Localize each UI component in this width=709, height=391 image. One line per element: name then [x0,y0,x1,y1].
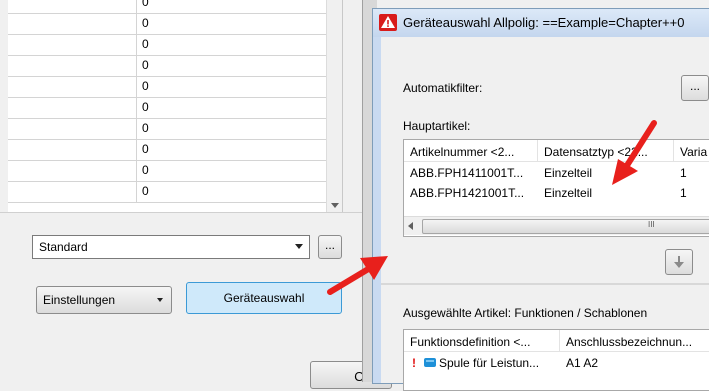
table-row[interactable]: ! Spule für Leistun... A1 A2 [404,352,709,372]
grid-name-cell[interactable] [8,76,137,97]
splitter[interactable] [381,283,709,285]
grid-row[interactable]: 0 [8,181,338,203]
grid-name-cell[interactable] [8,118,137,139]
left-grid: 0 0 0 0 0 0 0 0 0 0 [8,0,343,212]
col-variante[interactable]: Varia [674,140,709,162]
grid-name-cell[interactable] [8,34,137,55]
standard-combobox-value: Standard [39,240,88,254]
grid-value-cell[interactable]: 0 [142,79,149,93]
horizontal-scrollbar[interactable]: III [404,216,709,235]
grid-row[interactable]: 0 [8,160,338,182]
einstellungen-button[interactable]: Einstellungen [36,286,172,314]
hauptartikel-label: Hauptartikel: [403,119,471,133]
scroll-left-icon[interactable] [408,222,413,230]
annotation-arrow-icon [612,120,657,185]
grid-value-cell[interactable]: 0 [142,184,149,198]
warning-icon [379,14,397,31]
geraeteauswahl-label: Geräteauswahl [223,291,305,305]
automatikfilter-label: Automatikfilter: [403,81,483,95]
variante-cell: 1 [680,166,687,180]
dialog-title: Geräteauswahl Allpolig: ==Example=Chapte… [403,15,685,30]
grid-name-cell[interactable] [8,13,137,34]
artikelnummer-cell: ABB.FPH1421001T... [410,186,525,200]
arrow-down-icon [674,256,684,268]
chevron-down-icon[interactable] [295,244,303,249]
move-down-button[interactable] [665,249,693,275]
datensatztyp-cell: Einzelteil [544,166,593,180]
col-anschlussbezeichnung[interactable]: Anschlussbezeichnun... [560,330,709,352]
horizontal-scroll-thumb[interactable]: III [422,219,709,234]
grid-row[interactable]: 0 [8,76,338,98]
spule-icon [424,358,436,367]
automatikfilter-button[interactable]: ... [681,75,709,101]
grid-name-cell[interactable] [8,97,137,118]
grid-row[interactable]: 0 [8,34,338,56]
grid-value-cell[interactable]: 0 [142,58,149,72]
col-funktionsdefinition[interactable]: Funktionsdefinition <... [404,330,560,352]
grid-value-cell[interactable]: 0 [142,16,149,30]
grid-value-cell[interactable]: 0 [142,142,149,156]
left-settings-panel: Standard ... Einstellungen Geräteauswahl… [0,212,392,389]
grid-row[interactable]: 0 [8,0,338,14]
grid-value-cell[interactable]: 0 [142,37,149,51]
datensatztyp-cell: Einzelteil [544,186,593,200]
grid-value-cell[interactable]: 0 [142,0,149,9]
einstellungen-label: Einstellungen [43,293,116,307]
grid-row[interactable]: 0 [8,13,338,35]
dialog-content: Automatikfilter: ... Hauptartikel: Artik… [381,37,709,391]
grid-value-cell[interactable]: 0 [142,121,149,135]
geraeteauswahl-button[interactable]: Geräteauswahl [186,282,342,314]
annotation-arrow-icon [327,256,388,295]
grid-row[interactable]: 0 [8,97,338,119]
left-grid-scrollbar[interactable] [326,0,342,212]
col-artikelnummer[interactable]: Artikelnummer <2... [404,140,538,162]
grid-name-cell[interactable] [8,139,137,160]
grid-row[interactable]: 0 [8,55,338,77]
grid-name-cell[interactable] [8,0,137,13]
anschlussbezeichnung-cell: A1 A2 [566,356,599,370]
grid-value-cell[interactable]: 0 [142,100,149,114]
funktionsdefinition-cell: Spule für Leistun... [439,356,540,370]
grid-name-cell[interactable] [8,160,137,181]
artikelnummer-cell: ABB.FPH1411001T... [410,166,524,180]
dialog-titlebar[interactable]: Geräteauswahl Allpolig: ==Example=Chapte… [373,9,709,37]
warning-mark: ! [412,356,416,370]
grid-name-cell[interactable] [8,181,137,202]
grid-name-cell[interactable] [8,55,137,76]
scroll-thumb-grip: III [648,220,655,229]
grid-value-cell[interactable]: 0 [142,163,149,177]
geraeteauswahl-dialog: Geräteauswahl Allpolig: ==Example=Chapte… [372,8,709,391]
variante-cell: 1 [680,186,687,200]
grid-row[interactable]: 0 [8,139,338,161]
dropdown-arrow-icon[interactable] [157,298,163,302]
ausgewaehlte-label: Ausgewählte Artikel: Funktionen / Schabl… [403,306,648,320]
standard-combobox[interactable]: Standard [32,235,310,259]
scroll-down-icon[interactable] [331,203,339,208]
grid-row[interactable]: 0 [8,118,338,140]
